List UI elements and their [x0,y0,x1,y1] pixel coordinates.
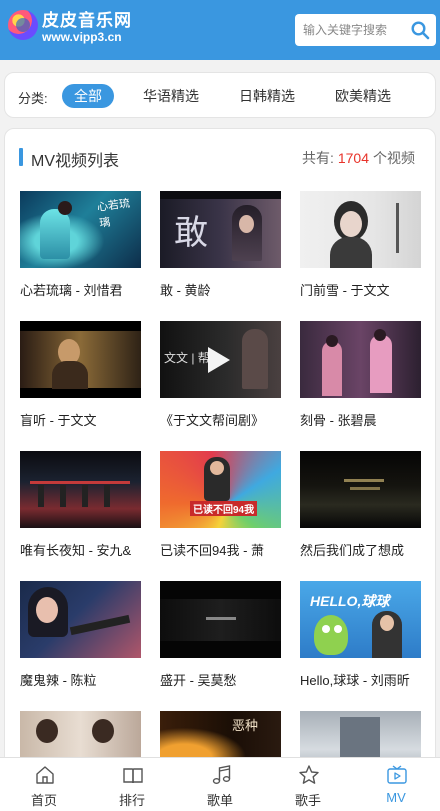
play-icon[interactable] [208,347,230,373]
tab-rank[interactable]: 排行 [88,758,176,811]
video-count-prefix: 共有: [301,150,334,166]
video-title[interactable]: 盲听 - 于文文 [20,410,146,429]
search-box [295,14,436,46]
video-thumbnail[interactable] [300,191,421,268]
book-icon [123,768,143,784]
mv-list-panel: MV视频列表 共有: 1704 个视频 心若琉璃 心若琉璃 - 刘惜君 敢 敢 - … [4,128,436,768]
header: 皮皮音乐网 www.vipp3.cn [0,0,440,60]
video-title[interactable]: 唯有长夜知 - 安九& [20,540,146,559]
video-thumbnail[interactable] [20,321,141,398]
tab-singer-label: 歌手 [294,793,321,808]
video-thumbnail[interactable]: 文文 | 帮 [160,321,281,398]
video-thumbnail[interactable] [160,581,281,658]
title-accent-bar [19,148,23,166]
video-item[interactable]: HELLO,球球 Hello,球球 - 刘雨昕 [300,581,421,688]
video-title[interactable]: 门前雪 - 于文文 [300,280,426,299]
brand-name: 皮皮音乐网 [42,11,132,30]
tab-playlist-label: 歌单 [206,793,233,808]
music-note-icon [212,765,231,784]
tab-home-label: 首页 [30,793,57,808]
tab-mv-label: MV [386,790,406,805]
video-title[interactable]: 魔鬼辣 - 陈粒 [20,670,146,689]
video-title[interactable]: 然后我们成了想成 [300,540,426,559]
tab-home[interactable]: 首页 [0,758,88,811]
category-japan-korea[interactable]: 日韩精选 [227,84,307,108]
video-count: 共有: 1704 个视频 [302,148,415,168]
bottom-tab-bar: 首页 排行 歌单 歌手 MV [0,757,440,811]
search-icon[interactable] [410,20,430,40]
category-chinese[interactable]: 华语精选 [131,84,211,108]
logo-icon[interactable] [8,10,38,40]
video-thumbnail[interactable]: 敢 [160,191,281,268]
thumb-caption: 恶种 [232,719,259,734]
video-thumbnail[interactable]: 心若琉璃 [20,191,141,268]
thumb-caption: 敢 [174,213,208,253]
video-item[interactable]: 唯有长夜知 - 安九& [20,451,141,558]
star-icon [299,765,319,784]
video-item[interactable]: 盛开 - 吴莫愁 [160,581,281,688]
video-thumbnail[interactable]: 已读不回94我 [160,451,281,528]
video-count-number: 1704 [337,150,369,166]
brand[interactable]: 皮皮音乐网 www.vipp3.cn [42,11,132,45]
video-title[interactable]: 盛开 - 吴莫愁 [160,670,286,689]
video-title[interactable]: 心若琉璃 - 刘惜君 [20,280,146,299]
brand-url: www.vipp3.cn [42,30,122,44]
video-title[interactable]: 敢 - 黄龄 [160,280,286,299]
category-label: 分类: [18,91,48,106]
video-title[interactable]: Hello,球球 - 刘雨昕 [300,670,426,689]
video-item[interactable]: 然后我们成了想成 [300,451,421,558]
video-count-suffix: 个视频 [373,150,415,166]
thumb-caption: 已读不回94我 [190,501,258,516]
video-item[interactable]: 刻骨 - 张碧晨 [300,321,421,428]
category-filter: 分类: 全部 华语精选 日韩精选 欧美精选 [4,72,436,118]
video-title[interactable]: 已读不回94我 - 萧 [160,540,286,559]
video-thumbnail[interactable] [20,451,141,528]
video-thumbnail[interactable] [300,451,421,528]
video-item[interactable]: 魔鬼辣 - 陈粒 [20,581,141,688]
tab-rank-label: 排行 [118,793,145,808]
thumb-caption: HELLO,球球 [310,593,390,609]
category-western[interactable]: 欧美精选 [323,84,403,108]
video-item[interactable]: 已读不回94我 已读不回94我 - 萧 [160,451,281,558]
video-thumbnail[interactable]: HELLO,球球 [300,581,421,658]
tab-singer[interactable]: 歌手 [264,758,352,811]
thumb-caption: 文文 | 帮 [164,351,210,365]
video-title[interactable]: 刻骨 - 张碧晨 [300,410,426,429]
video-thumbnail[interactable] [300,321,421,398]
video-item[interactable]: 敢 敢 - 黄龄 [160,191,281,298]
home-icon [36,766,54,784]
video-item[interactable]: 门前雪 - 于文文 [300,191,421,298]
video-item[interactable]: 文文 | 帮 《于文文帮间剧》 [160,321,281,428]
category-all[interactable]: 全部 [62,84,114,108]
video-thumbnail[interactable] [20,581,141,658]
video-item[interactable]: 心若琉璃 心若琉璃 - 刘惜君 [20,191,141,298]
search-input[interactable] [303,20,405,40]
video-item[interactable]: 盲听 - 于文文 [20,321,141,428]
tv-icon [387,765,407,784]
video-title[interactable]: 《于文文帮间剧》 [160,410,286,429]
section-title-text: MV视频列表 [31,153,120,170]
thumb-caption: 心若琉璃 [96,196,131,230]
tab-mv[interactable]: MV [352,758,440,811]
tab-playlist[interactable]: 歌单 [176,758,264,811]
